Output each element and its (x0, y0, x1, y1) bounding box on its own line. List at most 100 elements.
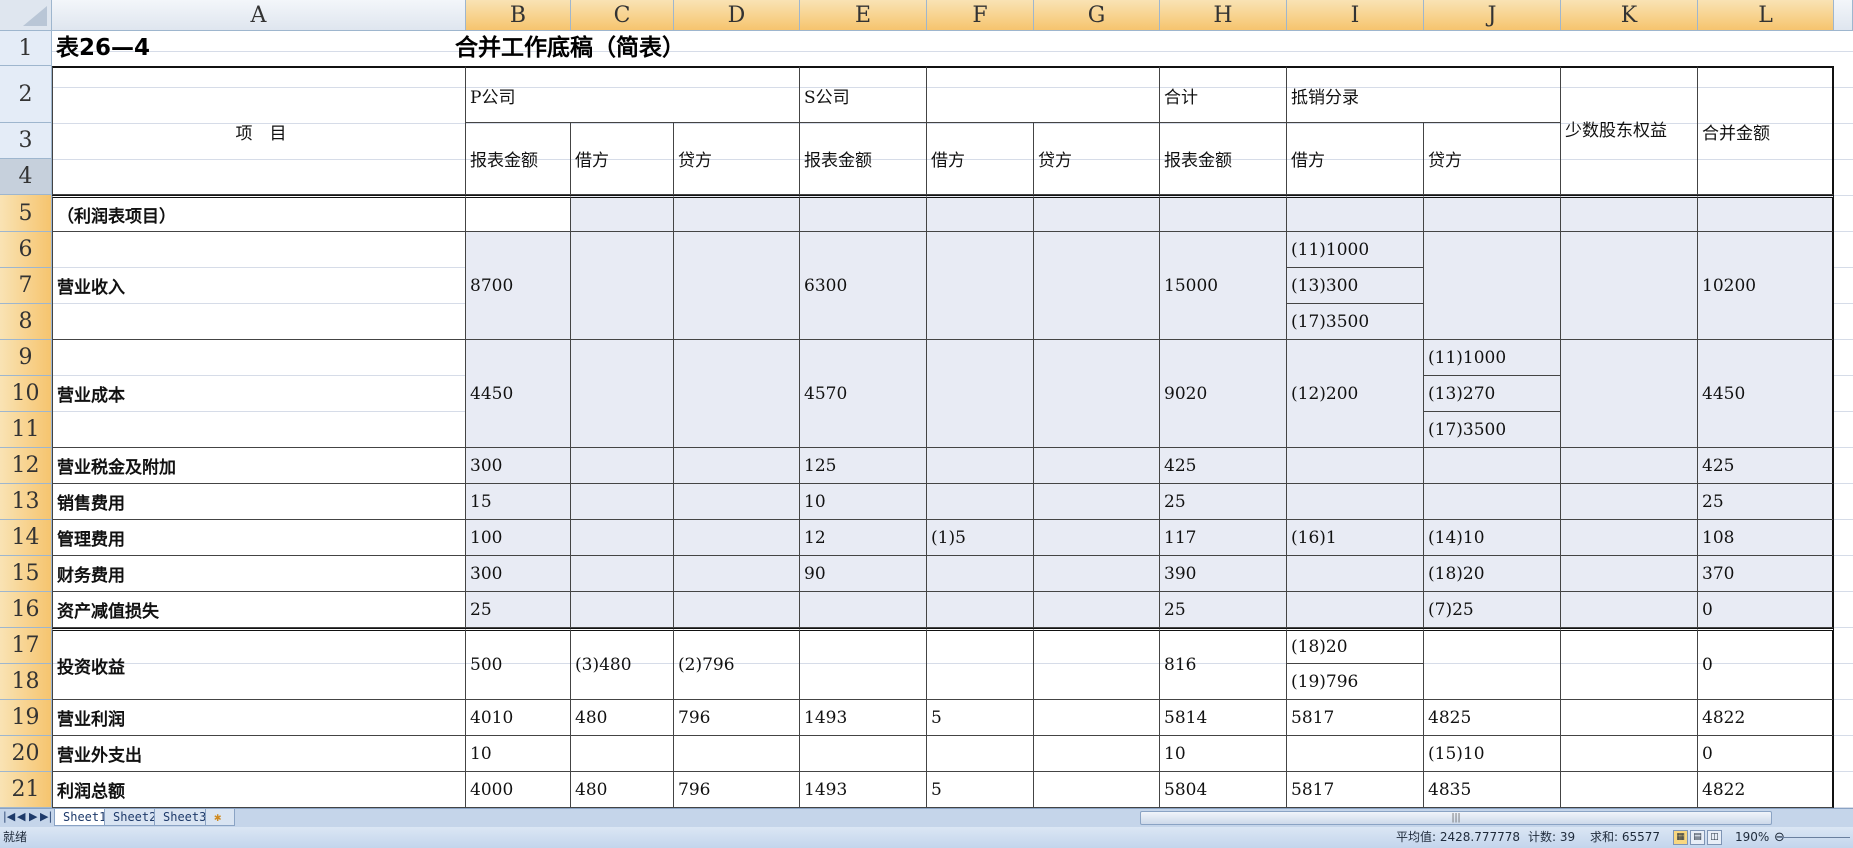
next-sheet-icon[interactable]: ▶ (29, 810, 37, 823)
empty-cell-f5[interactable] (927, 195, 1034, 232)
cell-l20[interactable]: 0 (1698, 736, 1834, 772)
page-break-view-icon[interactable]: ◫ (1707, 830, 1722, 845)
normal-view-icon[interactable]: ▦ (1673, 830, 1688, 845)
cell-h2[interactable]: 合计 (1160, 66, 1287, 123)
cell-d3[interactable]: 贷方 (674, 123, 800, 195)
cell-i14[interactable]: (16)1 (1287, 520, 1424, 556)
row-header-2[interactable]: 2 (0, 66, 52, 123)
cell-h9[interactable]: 9020 (1160, 340, 1287, 448)
empty-cell-f16[interactable] (927, 592, 1034, 628)
zoom-slider[interactable] (1780, 837, 1850, 838)
empty-cell-c16[interactable] (571, 592, 674, 628)
empty-cell-c20[interactable] (571, 736, 674, 772)
cell-a21[interactable]: 利润总额 (52, 772, 466, 808)
cell-d19[interactable]: 796 (674, 700, 800, 736)
cell-b13[interactable]: 15 (466, 484, 571, 520)
cell-h13[interactable]: 25 (1160, 484, 1287, 520)
cell-e6[interactable]: 6300 (800, 232, 927, 340)
cell-h16[interactable]: 25 (1160, 592, 1287, 628)
empty-cell-f2[interactable] (927, 66, 1160, 123)
empty-cell-d5[interactable] (674, 195, 800, 232)
cell-j10[interactable]: (13)270 (1424, 376, 1561, 412)
cell-l6[interactable]: 10200 (1698, 232, 1834, 340)
cell-l17[interactable]: 0 (1698, 628, 1834, 700)
cell-b17[interactable]: 500 (466, 628, 571, 700)
empty-cell-e16[interactable] (800, 592, 927, 628)
empty-cell-j17[interactable] (1424, 628, 1561, 700)
spreadsheet-grid[interactable]: ABCDEFGHIJKL 1 2 3 4 5 6 7 8 9 10 11 12 13 14 15 16 17 18… (0, 0, 1853, 808)
cell-b15[interactable]: 300 (466, 556, 571, 592)
empty-cell-k20[interactable] (1561, 736, 1698, 772)
empty-cell-g13[interactable] (1034, 484, 1160, 520)
zoom-level[interactable]: 190% (1735, 827, 1769, 848)
cell-i9[interactable]: (12)200 (1287, 340, 1424, 448)
select-all-corner[interactable] (0, 0, 52, 31)
cell-l15[interactable]: 370 (1698, 556, 1834, 592)
empty-cell-k15[interactable] (1561, 556, 1698, 592)
row-header-7[interactable]: 7 (0, 268, 52, 304)
cell-c19[interactable]: 480 (571, 700, 674, 736)
row-header-3[interactable]: 3 (0, 123, 52, 159)
empty-cell-i13[interactable] (1287, 484, 1424, 520)
row-header-4[interactable]: 4 (0, 159, 52, 195)
empty-cell-i20[interactable] (1287, 736, 1424, 772)
column-header-G[interactable]: G (1034, 0, 1160, 31)
first-sheet-icon[interactable]: |◀ (3, 810, 15, 823)
cell-h6[interactable]: 15000 (1160, 232, 1287, 340)
cell-i2[interactable]: 抵销分录 (1287, 66, 1561, 123)
empty-cell-g21[interactable] (1034, 772, 1160, 808)
row-header-13[interactable]: 13 (0, 484, 52, 520)
empty-cell-c6[interactable] (571, 232, 674, 340)
cell-j21[interactable]: 4835 (1424, 772, 1561, 808)
cell-j3[interactable]: 贷方 (1424, 123, 1561, 195)
row-header-9[interactable]: 9 (0, 340, 52, 376)
cell-h3[interactable]: 报表金额 (1160, 123, 1287, 195)
cell-l2[interactable]: 合并金额 (1698, 66, 1834, 195)
empty-cell-d13[interactable] (674, 484, 800, 520)
column-header-E[interactable]: E (800, 0, 927, 31)
cell-d17[interactable]: (2)796 (674, 628, 800, 700)
row-header-5[interactable]: 5 (0, 195, 52, 232)
empty-cell-f20[interactable] (927, 736, 1034, 772)
cell-l9[interactable]: 4450 (1698, 340, 1834, 448)
empty-cell-c5[interactable] (571, 195, 674, 232)
cell-h20[interactable]: 10 (1160, 736, 1287, 772)
cell-j19[interactable]: 4825 (1424, 700, 1561, 736)
prev-sheet-icon[interactable]: ◀ (17, 810, 25, 823)
empty-cell-j13[interactable] (1424, 484, 1561, 520)
cell-a5[interactable]: （利润表项目） (52, 195, 466, 232)
cell-a13[interactable]: 销售费用 (52, 484, 466, 520)
insert-sheet-icon[interactable]: ✱ (205, 809, 235, 826)
empty-cell-c13[interactable] (571, 484, 674, 520)
empty-cell-d14[interactable] (674, 520, 800, 556)
cell-b20[interactable]: 10 (466, 736, 571, 772)
cell-c17[interactable]: (3)480 (571, 628, 674, 700)
cell-l14[interactable]: 108 (1698, 520, 1834, 556)
cell-b2[interactable]: P公司 (466, 66, 800, 123)
empty-cell-c9[interactable] (571, 340, 674, 448)
cell-a2[interactable]: 项 目 (52, 66, 466, 195)
cell-f3[interactable]: 借方 (927, 123, 1034, 195)
empty-cell-b5[interactable] (466, 195, 571, 232)
cell-c21[interactable]: 480 (571, 772, 674, 808)
cell-b9[interactable]: 4450 (466, 340, 571, 448)
cell-a12[interactable]: 营业税金及附加 (52, 448, 466, 484)
row-header-21[interactable]: 21 (0, 772, 52, 808)
cell-e19[interactable]: 1493 (800, 700, 927, 736)
cell-j16[interactable]: (7)25 (1424, 592, 1561, 628)
cell-i18[interactable]: (19)796 (1287, 664, 1424, 700)
cell-e21[interactable]: 1493 (800, 772, 927, 808)
row-header-1[interactable]: 1 (0, 31, 52, 66)
empty-cell-g16[interactable] (1034, 592, 1160, 628)
cell-f21[interactable]: 5 (927, 772, 1034, 808)
column-header-F[interactable]: F (927, 0, 1034, 31)
cell-e3[interactable]: 报表金额 (800, 123, 927, 195)
cell-h21[interactable]: 5804 (1160, 772, 1287, 808)
empty-cell-i12[interactable] (1287, 448, 1424, 484)
column-header-J[interactable]: J (1424, 0, 1561, 31)
row-header-20[interactable]: 20 (0, 736, 52, 772)
empty-cell-f9[interactable] (927, 340, 1034, 448)
empty-cell-c12[interactable] (571, 448, 674, 484)
cell-a14[interactable]: 管理费用 (52, 520, 466, 556)
cell-j11[interactable]: (17)3500 (1424, 412, 1561, 448)
